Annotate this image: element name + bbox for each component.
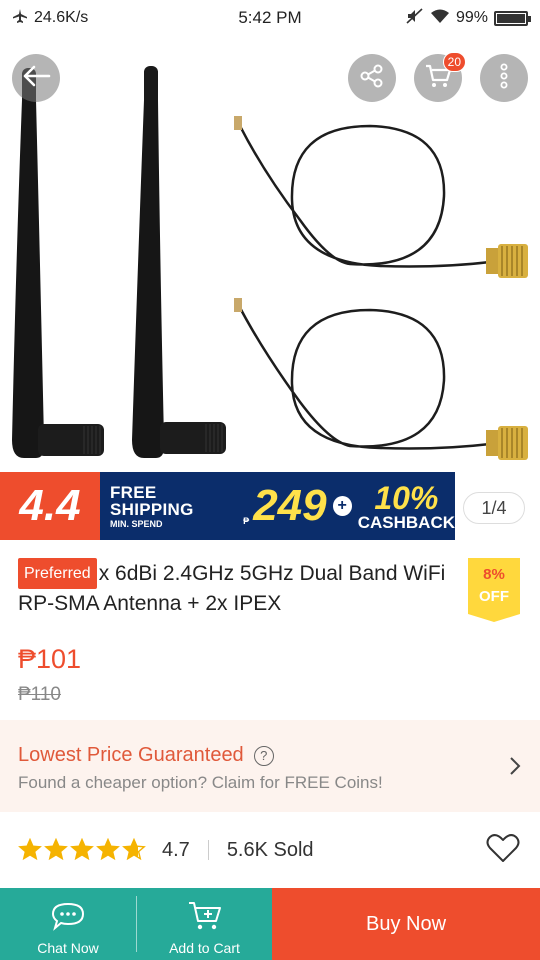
sold-count: 5.6K Sold [226,838,314,861]
buy-now-label: Buy Now [365,912,447,935]
original-price: ₱110 [18,684,61,705]
product-title: Preferred x 6dBi 2.4GHz 5GHz Dual Band Wi… [18,558,458,618]
star-icon [70,838,94,861]
star-icon [44,838,68,861]
guarantee-subtitle: Found a cheaper option? Claim for FREE C… [18,773,383,792]
heart-icon[interactable] [486,832,520,864]
battery-fill [497,13,525,23]
wifi-icon [430,8,450,29]
help-icon[interactable]: ? [253,745,274,766]
cart-button[interactable]: 20 [414,52,466,102]
star-icon [18,838,42,861]
divider [207,840,209,860]
status-bar: 24.6K/s 5:42 PM 99% [0,0,540,36]
star-icon [96,838,120,861]
lowest-price-guarantee[interactable]: Lowest Price Guaranteed ? Found a cheape… [0,720,540,812]
share-button[interactable] [348,54,396,102]
discount-percent: 8% [483,566,505,583]
min-spend-currency: ₱ [243,516,250,526]
add-to-cart-label: Add to Cart [169,940,240,956]
share-icon [359,63,385,94]
battery-percent: 99% [455,9,488,26]
airplane-icon [12,8,28,29]
rating-row[interactable]: 4.7 5.6K Sold [0,828,540,872]
promo-banner[interactable]: 4.4 FREE SHIPPING MIN. SPEND ₱ 249 + 10%… [0,472,455,540]
discount-tag: 8% OFF [468,558,520,622]
back-arrow-icon [21,64,51,93]
chat-now-label: Chat Now [37,940,99,956]
plus-icon: + [332,496,352,516]
battery-icon [494,10,531,26]
add-cart-icon [187,899,223,936]
preferred-badge: Preferred [18,558,97,589]
back-button[interactable] [12,54,60,102]
cashback-label: CASHBACK [357,512,455,532]
chevron-right-icon [508,756,522,776]
rating-score: 4.7 [162,838,190,861]
min-spend-amount: 249 [253,481,327,530]
chat-now-button[interactable]: Chat Now [0,888,136,960]
chat-icon [50,901,86,934]
star-icon [122,838,146,861]
network-speed: 24.6K/s [34,9,89,26]
cashback-percent: 10% [374,479,439,516]
cart-count-badge: 20 [442,52,466,72]
free-shipping-label: FREE SHIPPING [110,482,194,519]
event-label: 4.4 [0,472,100,540]
discount-off-label: OFF [479,588,509,605]
buy-now-button[interactable]: Buy Now [272,888,540,960]
current-price: ₱101 [18,644,82,674]
add-to-cart-button[interactable]: Add to Cart [137,888,272,960]
image-counter: 1/4 [463,492,525,524]
guarantee-title: Lowest Price Guaranteed [18,744,244,766]
bottom-action-bar: Chat Now Add to Cart Buy Now [0,888,540,960]
more-icon [499,62,509,95]
mute-icon [406,7,424,29]
more-options-button[interactable] [480,54,528,102]
min-spend-label: MIN. SPEND [110,518,163,529]
star-rating [18,838,146,862]
